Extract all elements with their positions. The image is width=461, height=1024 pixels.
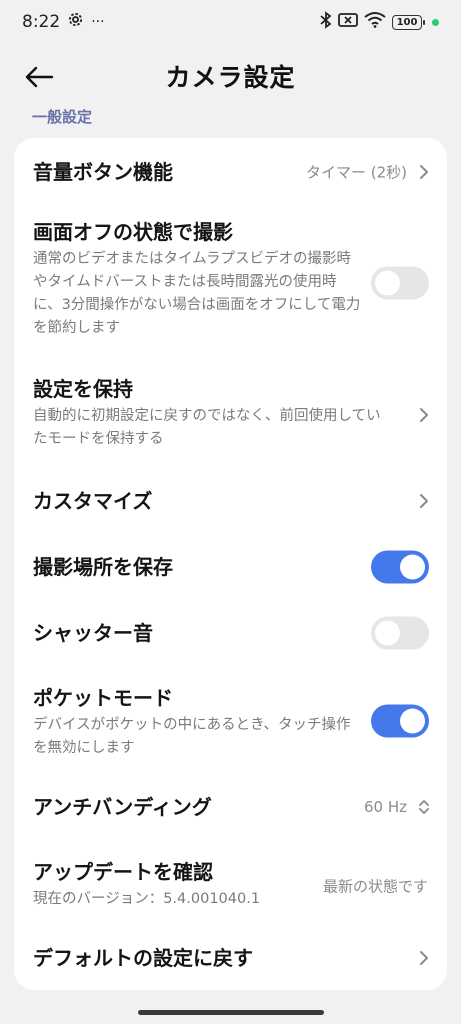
setting-title: 設定を保持	[33, 377, 133, 401]
privacy-indicator-dot	[432, 18, 439, 26]
chevron-up-down-icon	[419, 800, 429, 814]
app-bar: カメラ設定	[0, 44, 461, 108]
setting-title: 画面オフの状態で撮影	[33, 220, 233, 244]
setting-title: シャッター音	[33, 621, 153, 645]
setting-description: 通常のビデオまたはタイムラプスビデオの撮影時やタイムドバーストまたは長時間露光の…	[33, 251, 361, 336]
setting-check-update[interactable]: アップデートを確認 現在のバージョン：5.4.001040.1 最新の状態です	[14, 858, 447, 914]
toggle-knob	[375, 620, 400, 646]
no-sim-icon	[338, 12, 358, 33]
setting-reset-defaults[interactable]: デフォルトの設定に戻す	[14, 926, 447, 990]
setting-description: デバイスがポケットの中にあるとき、タッチ操作を無効にします	[33, 717, 351, 756]
status-more-icon: ···	[91, 14, 105, 30]
setting-save-location[interactable]: 撮影場所を保存	[14, 534, 447, 600]
bluetooth-icon	[320, 10, 332, 34]
setting-description: 自動的に初期設定に戻すのではなく、前回使用していたモードを保持する	[33, 408, 381, 447]
setting-value: 60 Hz	[363, 798, 407, 816]
chevron-right-icon	[420, 494, 428, 508]
setting-screen-off-capture[interactable]: 画面オフの状態で撮影 通常のビデオまたはタイムラプスビデオの撮影時やタイムドバー…	[14, 218, 447, 348]
setting-title: 音量ボタン機能	[33, 160, 173, 184]
setting-anti-banding[interactable]: アンチバンディング 60 Hz	[14, 774, 447, 840]
setting-title: アンチバンディング	[33, 795, 212, 819]
status-time: 8:22	[22, 12, 61, 32]
update-status: 最新の状態です	[322, 877, 428, 896]
setting-title: 撮影場所を保存	[33, 555, 173, 579]
back-button[interactable]	[24, 60, 68, 94]
setting-title: デフォルトの設定に戻す	[33, 946, 253, 970]
setting-value: タイマー (2秒)	[305, 163, 407, 182]
setting-pocket-mode[interactable]: ポケットモード デバイスがポケットの中にあるとき、タッチ操作を無効にします	[14, 684, 447, 758]
chevron-right-icon	[420, 165, 428, 179]
back-arrow-icon	[25, 66, 54, 88]
status-bar: 8:22 ··· 100	[0, 0, 461, 44]
setting-preserve-settings[interactable]: 設定を保持 自動的に初期設定に戻すのではなく、前回使用していたモードを保持する	[14, 375, 447, 455]
save-location-toggle[interactable]	[371, 550, 429, 584]
setting-title: ポケットモード	[33, 686, 173, 710]
setting-volume-button[interactable]: 音量ボタン機能 タイマー (2秒)	[14, 138, 447, 206]
settings-gear-icon	[68, 12, 83, 32]
chevron-right-icon	[420, 408, 428, 422]
shutter-sound-toggle[interactable]	[371, 616, 429, 650]
setting-title: カスタマイズ	[33, 489, 153, 513]
setting-shutter-sound[interactable]: シャッター音	[14, 600, 447, 666]
screen-off-capture-toggle[interactable]	[371, 266, 429, 300]
settings-card: 音量ボタン機能 タイマー (2秒) 画面オフの状態で撮影 通常のビデオまたはタイ…	[14, 138, 447, 990]
toggle-knob	[375, 270, 400, 296]
pocket-mode-toggle[interactable]	[371, 704, 429, 738]
wifi-icon	[364, 11, 386, 33]
chevron-right-icon	[420, 951, 428, 965]
battery-icon: 100	[392, 14, 425, 30]
page-title: カメラ設定	[165, 63, 296, 92]
home-indicator[interactable]	[138, 1010, 324, 1015]
toggle-knob	[400, 708, 425, 734]
setting-customize[interactable]: カスタマイズ	[14, 468, 447, 534]
section-header-general: 一般設定	[32, 108, 93, 126]
toggle-knob	[400, 554, 425, 580]
